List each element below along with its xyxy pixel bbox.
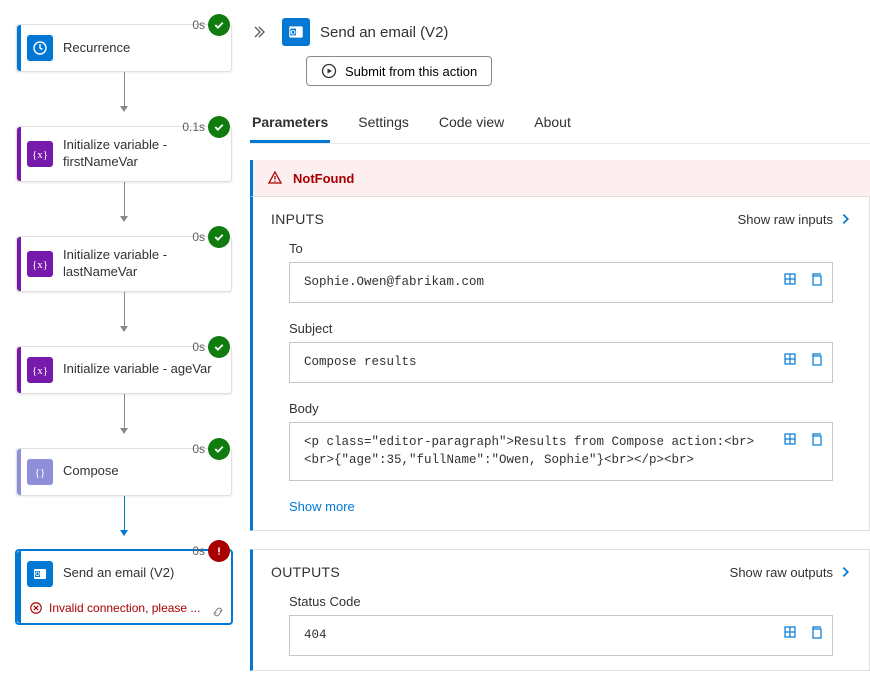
tab-about[interactable]: About [532,104,573,143]
show-raw-outputs-link[interactable]: Show raw outputs [730,565,853,580]
detail-tabs: Parameters Settings Code view About [250,104,870,144]
flow-node-init-age[interactable]: 0s {x} Initialize variable - ageVar [16,336,232,394]
button-label: Submit from this action [345,64,477,79]
status-error-icon [208,540,230,562]
node-label: Initialize variable - ageVar [63,361,212,378]
copy-icon[interactable] [808,624,824,640]
link-icon [211,605,225,619]
show-raw-inputs-link[interactable]: Show raw inputs [738,212,853,227]
inputs-panel: INPUTS Show raw inputs To Sophie.Owen@fa… [250,196,870,531]
node-duration: 0s [192,544,205,558]
popout-icon[interactable] [782,431,798,447]
node-duration: 0s [192,18,205,32]
outputs-heading: OUTPUTS [271,564,340,580]
action-detail-panel: O Send an email (V2) Submit from this ac… [250,0,870,700]
tab-settings[interactable]: Settings [356,104,411,143]
input-field-to: To Sophie.Owen@fabrikam.com [253,237,869,317]
svg-text:O: O [291,29,296,36]
outputs-panel: OUTPUTS Show raw outputs Status Code 404 [250,549,870,671]
node-label: Initialize variable - firstNameVar [63,137,223,171]
output-field-status-code: Status Code 404 [253,590,869,670]
svg-text:O: O [35,572,40,578]
field-value-box[interactable]: Compose results [289,342,833,383]
status-success-icon [208,14,230,36]
error-banner: NotFound [250,160,870,196]
copy-icon[interactable] [808,431,824,447]
input-field-subject: Subject Compose results [253,317,869,397]
node-duration: 0s [192,442,205,456]
svg-text:{x}: {x} [32,259,48,271]
field-label: Body [289,401,833,416]
variable-icon: {x} [27,141,53,167]
compose-icon: {} [27,459,53,485]
svg-text:{x}: {x} [32,149,48,161]
flow-node-recurrence[interactable]: 0s Recurrence [16,14,232,72]
popout-icon[interactable] [782,271,798,287]
chevron-right-icon [839,212,853,226]
field-label: To [289,241,833,256]
submit-from-action-button[interactable]: Submit from this action [306,56,492,86]
status-success-icon [208,336,230,358]
field-value-box[interactable]: <p class="editor-paragraph">Results from… [289,422,833,482]
copy-icon[interactable] [808,351,824,367]
recurrence-icon [27,35,53,61]
flow-node-init-firstname[interactable]: 0.1s {x} Initialize variable - firstName… [16,116,232,182]
node-duration: 0s [192,340,205,354]
field-label: Status Code [289,594,833,609]
node-label: Recurrence [63,40,130,57]
inputs-heading: INPUTS [271,211,324,227]
play-circle-icon [321,63,337,79]
svg-text:{x}: {x} [32,365,48,377]
chevron-right-icon [839,565,853,579]
node-error-message: Invalid connection, please ... [17,597,231,623]
status-success-icon [208,438,230,460]
status-success-icon [208,226,230,248]
warning-icon [267,170,283,186]
variable-icon: {x} [27,251,53,277]
popout-icon[interactable] [782,624,798,640]
node-duration: 0s [192,230,205,244]
flow-node-init-lastname[interactable]: 0s {x} Initialize variable - lastNameVar [16,226,232,292]
flow-canvas: 0s Recurrence 0.1s [0,0,250,700]
svg-text:{}: {} [35,467,46,479]
outlook-icon: O [27,561,53,587]
outlook-icon: O [282,18,310,46]
flow-node-compose[interactable]: 0s {} Compose [16,438,232,496]
node-label: Send an email (V2) [63,565,174,582]
tab-parameters[interactable]: Parameters [250,104,330,143]
copy-icon[interactable] [808,271,824,287]
variable-icon: {x} [27,357,53,383]
status-success-icon [208,116,230,138]
popout-icon[interactable] [782,351,798,367]
tab-code-view[interactable]: Code view [437,104,506,143]
collapse-chevron-icon[interactable] [250,24,272,40]
flow-node-send-email[interactable]: 0s O Send an email (V2) Invalid connecti… [16,540,232,624]
field-value-box[interactable]: Sophie.Owen@fabrikam.com [289,262,833,303]
show-more-link[interactable]: Show more [253,495,869,530]
node-label: Initialize variable - lastNameVar [63,247,223,281]
field-value-box[interactable]: 404 [289,615,833,656]
detail-title: Send an email (V2) [320,24,448,41]
input-field-body: Body <p class="editor-paragraph">Results… [253,397,869,496]
node-duration: 0.1s [182,120,205,134]
node-label: Compose [63,463,119,480]
field-label: Subject [289,321,833,336]
